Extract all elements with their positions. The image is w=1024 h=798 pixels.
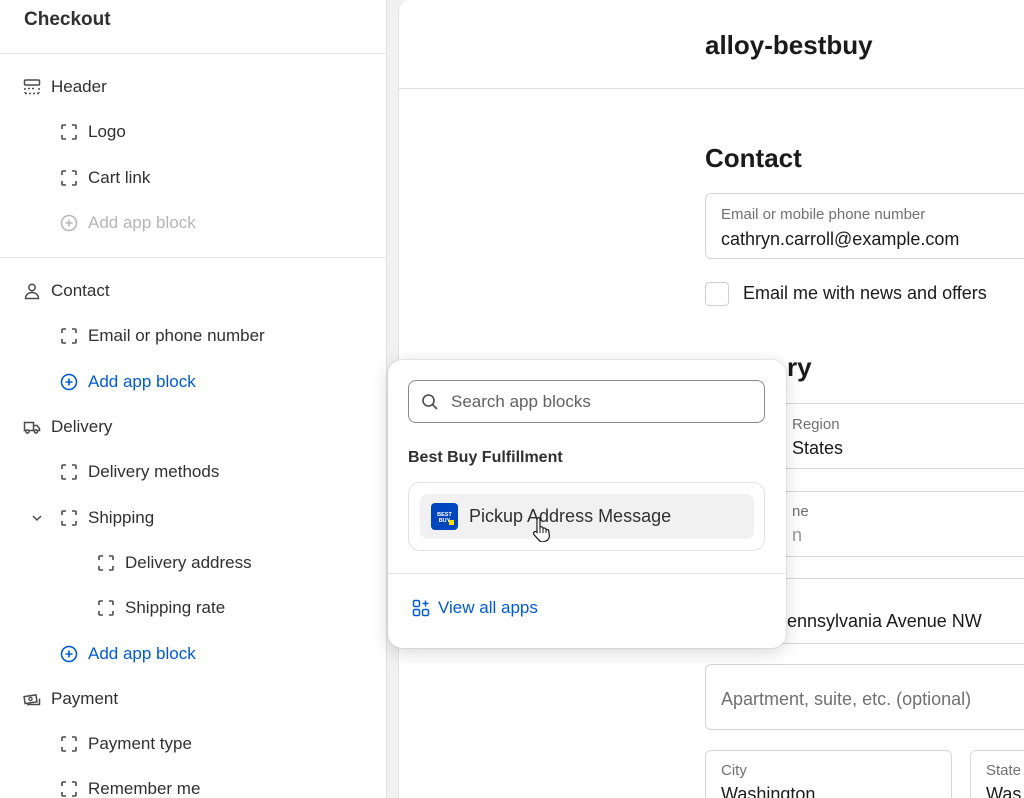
apartment-field-placeholder: Apartment, suite, etc. (optional) bbox=[721, 689, 972, 709]
delivery-heading: ry bbox=[787, 352, 812, 382]
hand-pointer-cursor-icon bbox=[531, 516, 553, 547]
block-icon bbox=[60, 780, 78, 798]
sidebar-item-shipping-rate[interactable]: Shipping rate bbox=[0, 588, 386, 628]
sidebar-item-contact[interactable]: Contact bbox=[0, 271, 386, 311]
block-icon bbox=[60, 509, 78, 527]
sidebar: Checkout Header Logo Cart link Add app b… bbox=[0, 0, 387, 798]
add-app-block-label: Add app block bbox=[88, 213, 196, 232]
email-field-label: Email or mobile phone number bbox=[721, 206, 926, 223]
sidebar-item-payment[interactable]: Payment bbox=[0, 679, 386, 719]
sidebar-item-label: Shipping rate bbox=[125, 598, 226, 617]
sidebar-item-remember-me[interactable]: Remember me bbox=[0, 769, 386, 798]
add-app-block-label: Add app block bbox=[88, 644, 196, 663]
app-block-item-label: Pickup Address Message bbox=[469, 506, 672, 526]
sidebar-item-email-or-phone[interactable]: Email or phone number bbox=[0, 316, 386, 356]
sidebar-item-shipping[interactable]: Shipping bbox=[0, 498, 386, 538]
search-app-blocks[interactable] bbox=[408, 380, 765, 423]
state-field-label: State bbox=[986, 762, 1022, 779]
sidebar-item-label: Header bbox=[51, 77, 107, 96]
apps-icon bbox=[412, 599, 430, 617]
apartment-field[interactable]: Apartment, suite, etc. (optional) bbox=[705, 664, 1024, 730]
sidebar-item-label: Delivery methods bbox=[88, 462, 220, 481]
news-checkbox[interactable] bbox=[705, 282, 729, 306]
add-app-block-button-contact[interactable]: Add app block bbox=[0, 362, 386, 402]
block-icon bbox=[60, 169, 78, 187]
state-field-value: Was bbox=[986, 784, 1022, 798]
divider bbox=[0, 257, 386, 258]
sidebar-item-delivery-address[interactable]: Delivery address bbox=[0, 543, 386, 583]
sidebar-item-cart-link[interactable]: Cart link bbox=[0, 158, 386, 198]
address-field-value: ennsylvania Avenue NW bbox=[787, 611, 982, 631]
search-input[interactable] bbox=[451, 391, 751, 412]
city-field-label: City bbox=[721, 762, 747, 779]
email-field-value: cathryn.carroll@example.com bbox=[721, 229, 960, 249]
plus-circle-icon bbox=[60, 645, 78, 663]
state-field[interactable]: State Was bbox=[970, 750, 1024, 798]
country-field-value: States bbox=[792, 438, 844, 458]
sidebar-item-label: Shipping bbox=[88, 508, 155, 527]
sidebar-item-label: Remember me bbox=[88, 779, 201, 798]
divider bbox=[399, 88, 1024, 89]
plus-circle-icon bbox=[60, 373, 78, 391]
sidebar-item-label: Cart link bbox=[88, 168, 151, 187]
country-field-label: Region bbox=[792, 416, 840, 433]
contact-heading: Contact bbox=[705, 143, 802, 173]
add-app-block-button-delivery[interactable]: Add app block bbox=[0, 634, 386, 674]
name-field-label: ne bbox=[792, 503, 809, 520]
sidebar-item-logo[interactable]: Logo bbox=[0, 112, 386, 152]
block-icon bbox=[97, 554, 115, 572]
cash-icon bbox=[23, 690, 41, 708]
sidebar-item-label: Email or phone number bbox=[88, 326, 265, 345]
sidebar-item-delivery-methods[interactable]: Delivery methods bbox=[0, 452, 386, 492]
block-icon bbox=[60, 123, 78, 141]
divider bbox=[388, 573, 786, 574]
sidebar-item-label: Delivery bbox=[51, 417, 113, 436]
header-layout-icon bbox=[23, 78, 41, 96]
city-field[interactable]: City Washington bbox=[705, 750, 952, 798]
sidebar-item-label: Delivery address bbox=[125, 553, 252, 572]
sidebar-title: Checkout bbox=[24, 9, 111, 30]
name-field-value: n bbox=[792, 525, 803, 545]
app-block-item-pickup-address-message[interactable]: BEST BUY Pickup Address Message bbox=[420, 494, 754, 539]
plus-circle-icon bbox=[60, 214, 78, 232]
block-icon bbox=[60, 463, 78, 481]
shop-name: alloy-bestbuy bbox=[705, 30, 873, 60]
search-icon bbox=[421, 392, 441, 412]
block-icon bbox=[97, 599, 115, 617]
truck-icon bbox=[23, 418, 41, 436]
sidebar-item-header[interactable]: Header bbox=[0, 67, 386, 107]
sidebar-item-label: Contact bbox=[51, 281, 110, 300]
sidebar-item-label: Payment type bbox=[88, 734, 192, 753]
add-app-block-label: Add app block bbox=[88, 372, 196, 391]
city-field-value: Washington bbox=[721, 784, 816, 798]
add-app-block-button-header[interactable]: Add app block bbox=[0, 203, 386, 243]
divider bbox=[0, 53, 386, 54]
news-checkbox-label: Email me with news and offers bbox=[743, 283, 987, 303]
block-icon bbox=[60, 327, 78, 345]
bestbuy-logo-icon: BEST BUY bbox=[431, 503, 458, 530]
block-icon bbox=[60, 735, 78, 753]
app-group-card: BEST BUY Pickup Address Message bbox=[408, 482, 765, 551]
sidebar-item-label: Payment bbox=[51, 689, 119, 708]
sidebar-item-payment-type[interactable]: Payment type bbox=[0, 724, 386, 764]
email-field[interactable]: Email or mobile phone number cathryn.car… bbox=[705, 193, 1024, 259]
person-icon bbox=[23, 282, 41, 300]
view-all-apps-link[interactable]: View all apps bbox=[412, 598, 538, 618]
sidebar-item-delivery[interactable]: Delivery bbox=[0, 407, 386, 447]
view-all-apps-label: View all apps bbox=[438, 598, 538, 617]
chevron-down-icon[interactable] bbox=[29, 510, 45, 526]
app-block-popover: Best Buy Fulfillment BESTBUY Pickup Addr… bbox=[388, 360, 786, 648]
app-group-heading: Best Buy Fulfillment bbox=[408, 449, 563, 466]
sidebar-item-label: Logo bbox=[88, 122, 126, 141]
